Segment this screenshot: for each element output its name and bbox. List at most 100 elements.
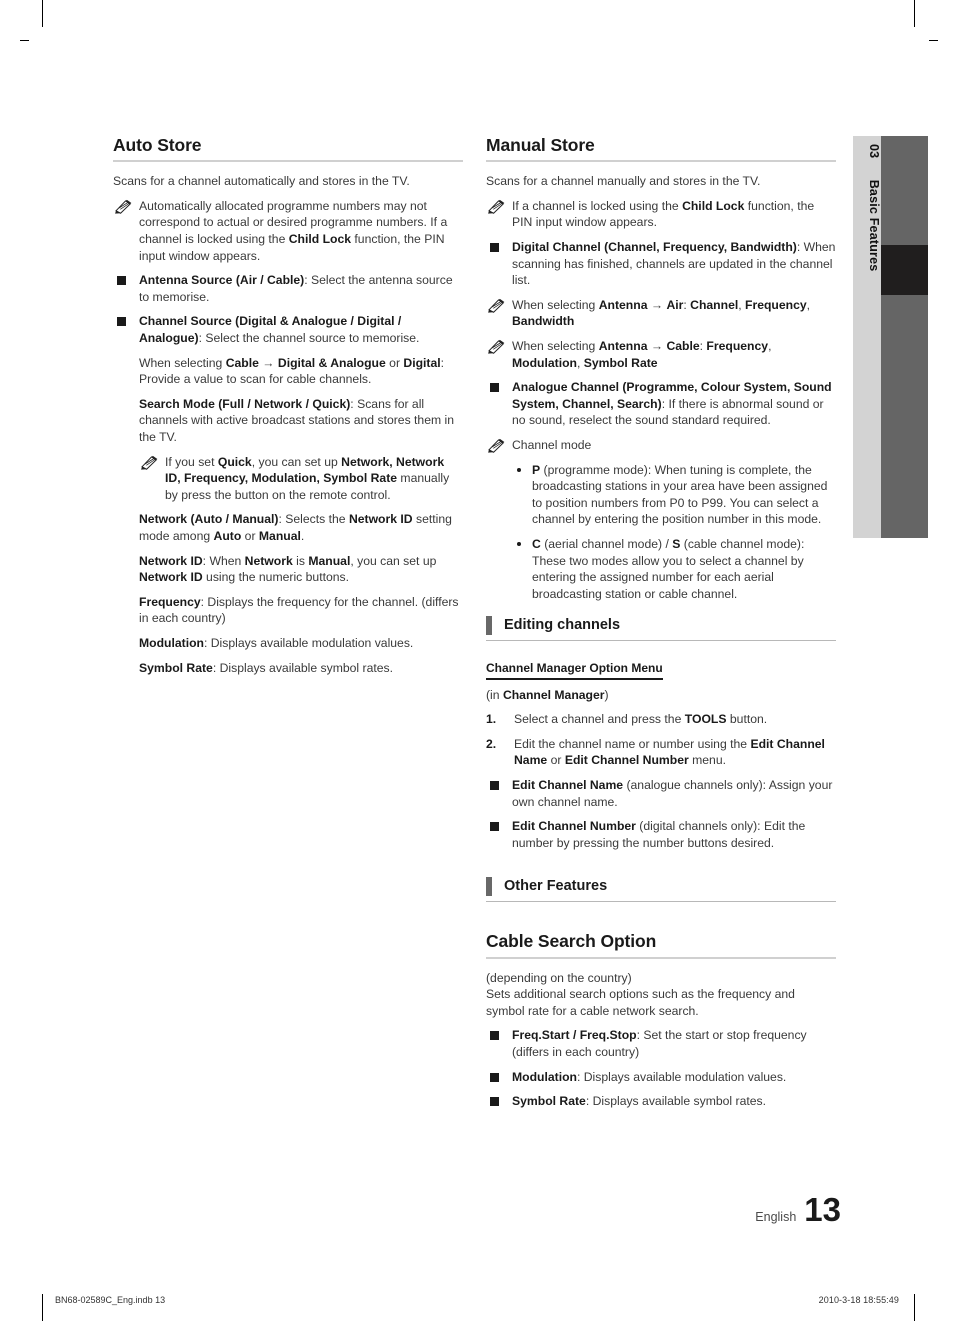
print-footer-timestamp: 2010-3-18 18:55:49 <box>818 1295 899 1305</box>
side-chapter-number: 03 <box>867 144 881 159</box>
auto-store-intro: Scans for a channel automatically and st… <box>113 174 410 189</box>
text-fragment: : Displays available modulation values. <box>203 635 414 650</box>
text-fragment: (programme mode): When tuning is complet… <box>532 462 828 527</box>
text-bold: Manual <box>258 528 301 543</box>
language-label: English <box>755 1210 797 1225</box>
item-title: Symbol Rate <box>512 1094 586 1109</box>
text-fragment: Edit the channel name or number using th… <box>514 736 751 751</box>
text-arrow: → <box>258 355 278 370</box>
heading-rule <box>113 160 463 163</box>
text-bold: Manual <box>308 553 351 568</box>
square-bullet-icon <box>490 1031 499 1041</box>
text-fragment: When selecting <box>512 297 599 312</box>
step-2: 2. Edit the channel name or number using… <box>486 736 836 769</box>
text-fragment: . <box>300 528 305 543</box>
text-bold: Edit Channel Number <box>564 753 689 768</box>
page-title-auto-store: Auto Store <box>113 135 202 155</box>
round-bullet-icon <box>517 467 521 472</box>
text-fragment: Select a channel and press the <box>514 712 685 727</box>
step-1: 1. Select a channel and press the TOOLS … <box>486 711 836 728</box>
page-number: 13 <box>804 1191 841 1229</box>
side-chapter-tab-text: 03 Basic Features <box>853 144 881 271</box>
item-freq-start-stop: Freq.Start / Freq.Stop: Set the start or… <box>486 1027 836 1060</box>
text-fragment: button. <box>726 712 768 727</box>
text-fragment: menu. <box>688 753 726 768</box>
square-bullet-icon <box>490 1072 499 1082</box>
side-chapter-bar <box>881 136 928 538</box>
pencil-note-icon <box>488 339 505 354</box>
pencil-note-icon <box>488 199 505 214</box>
text-bold: TOOLS <box>684 712 727 727</box>
side-chapter-tab: 03 Basic Features <box>853 136 881 538</box>
item-modulation: Modulation: Displays available modulatio… <box>486 1069 836 1086</box>
item-title: Edit Channel Number <box>512 819 636 834</box>
manual-store-intro: Scans for a channel manually and stores … <box>486 174 761 189</box>
crop-mark-bottom-left-vertical <box>42 1294 43 1321</box>
item-symbol-rate: Symbol Rate: Displays available symbol r… <box>486 1093 836 1110</box>
text-bold: Frequency <box>745 297 807 312</box>
item-analogue-channel: Analogue Channel (Programme, Colour Syst… <box>486 379 836 429</box>
text-fragment: or <box>385 355 404 370</box>
round-bullet-icon <box>517 541 521 546</box>
text-arrow: → <box>647 297 667 312</box>
text-bold: Network (Auto / Manual) <box>139 512 279 527</box>
pencil-note-icon <box>488 298 505 313</box>
note-quick-setup: If you set Quick, you can set up Network… <box>139 454 463 504</box>
text-bold: Network ID <box>139 553 203 568</box>
item-body: : Select the channel source to memorise. <box>198 331 420 345</box>
square-bullet-icon <box>490 1097 499 1107</box>
text-fragment: When selecting <box>512 339 599 353</box>
page-title-manual-store: Manual Store <box>486 135 595 155</box>
crop-mark-top-right-horizontal <box>929 40 938 41</box>
text-fragment: , <box>738 297 746 312</box>
note-allocated-numbers: Automatically allocated programme number… <box>113 198 463 264</box>
text-bold: Auto <box>213 528 242 543</box>
section-header-other-features: Other Features <box>486 877 836 897</box>
subheading-channel-manager-option-menu: Channel Manager Option Menu <box>486 661 663 680</box>
text-fragment: using the numeric buttons. <box>202 570 350 585</box>
para-search-mode: Search Mode (Full / Network / Quick): Sc… <box>113 396 463 446</box>
text-fragment: If you set <box>165 454 218 469</box>
text-fragment: , you can set up <box>251 454 342 469</box>
item-edit-channel-number: Edit Channel Number (digital channels on… <box>486 818 836 851</box>
text-fragment: : When <box>202 553 245 568</box>
item-antenna-source: Antenna Source (Air / Cable): Select the… <box>113 272 463 305</box>
item-title: Antenna Source (Air / Cable) <box>139 273 305 288</box>
crop-mark-bottom-right-vertical <box>914 1294 915 1321</box>
para-in-channel-manager: (in Channel Manager) <box>486 687 836 704</box>
section-marker-icon <box>486 616 492 636</box>
section-title: Other Features <box>504 877 608 894</box>
text-bold: Antenna <box>598 339 648 353</box>
pencil-note-icon <box>488 438 505 453</box>
page-title-cable-search-option: Cable Search Option <box>486 931 657 952</box>
side-chapter-label: Basic Features <box>867 179 881 272</box>
text-arrow: → <box>647 339 667 353</box>
sub-note-wrap: If you set Quick, you can set up Network… <box>113 454 463 504</box>
text-bold: C <box>532 536 541 551</box>
item-title: Edit Channel Name <box>512 778 624 793</box>
section-title: Editing channels <box>504 616 621 633</box>
text-bold: Frequency <box>139 594 201 609</box>
text-bold: Symbol Rate <box>583 355 658 370</box>
text-bold: Digital & Analogue <box>277 355 386 370</box>
print-footer-file: BN68-02589C_Eng.indb 13 <box>55 1295 166 1305</box>
item-channel-source: Channel Source (Digital & Analogue / Dig… <box>113 313 463 346</box>
text-fragment: When selecting <box>139 355 226 370</box>
note-bold: Child Lock <box>288 232 352 247</box>
step-number: 2. <box>486 736 497 751</box>
text-bold: Quick <box>217 454 252 469</box>
item-title: Digital Channel (Channel, Frequency, Ban… <box>512 240 797 255</box>
para-frequency: Frequency: Displays the frequency for th… <box>113 594 463 627</box>
text-bold: Child Lock <box>682 198 745 213</box>
square-bullet-icon <box>117 317 126 327</box>
para-depending-country: (depending on the country) <box>486 970 632 985</box>
step-number: 1. <box>486 712 497 727</box>
text-fragment: , you can set up <box>350 553 437 568</box>
note-child-lock: If a channel is locked using the Child L… <box>486 198 836 231</box>
note-channel-mode: Channel mode <box>486 437 836 454</box>
item-digital-channel: Digital Channel (Channel, Frequency, Ban… <box>486 239 836 289</box>
square-bullet-icon <box>490 243 499 253</box>
text-bold: Antenna <box>598 297 648 312</box>
item-body: : Displays available symbol rates. <box>585 1094 767 1109</box>
text-fragment: , <box>576 355 584 370</box>
